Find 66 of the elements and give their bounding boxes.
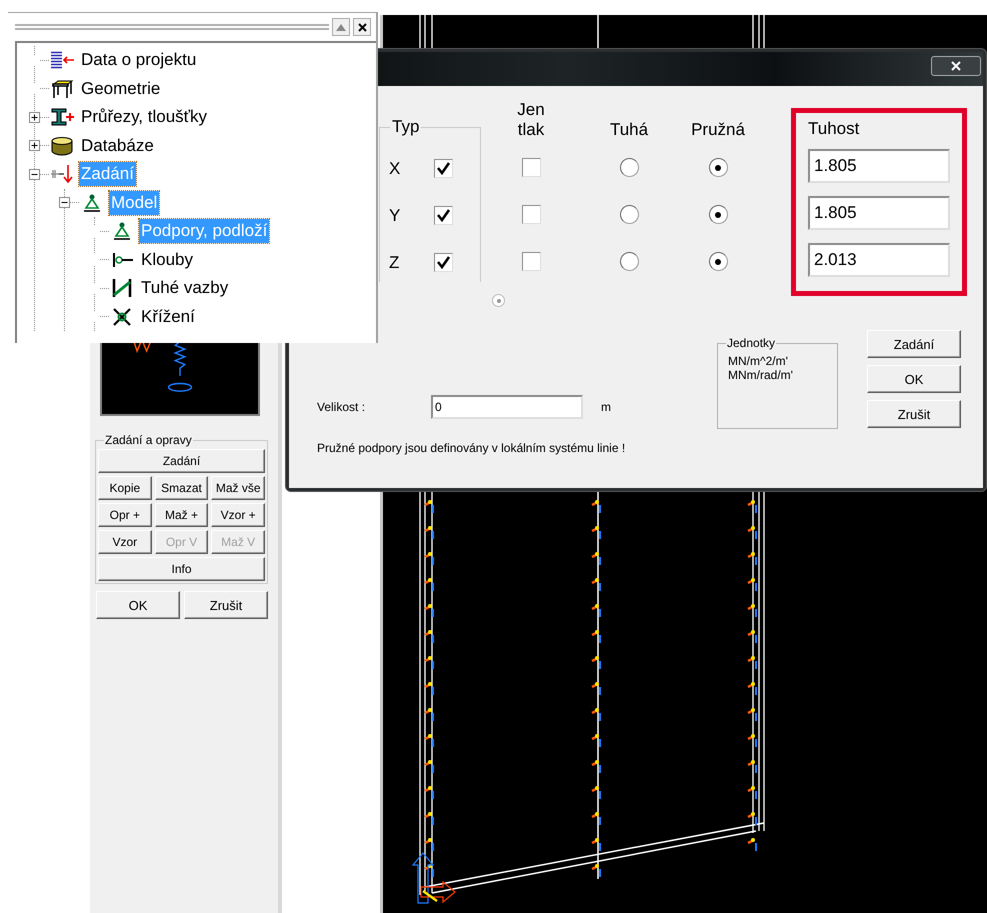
- tree-item[interactable]: Databáze: [79, 134, 156, 158]
- button[interactable]: Kopie: [98, 476, 152, 500]
- group-title: Jednotky: [726, 336, 776, 350]
- cylinder-icon: [49, 136, 75, 156]
- button[interactable]: Zrušit: [867, 400, 961, 428]
- checkbox[interactable]: [434, 206, 453, 225]
- column-header: Tuhá: [610, 120, 648, 140]
- button[interactable]: Vzor: [98, 530, 152, 554]
- radio-button[interactable]: [620, 158, 638, 177]
- close-button[interactable]: [931, 56, 981, 76]
- column-header: Tuhost: [808, 119, 860, 140]
- expand-icon[interactable]: [29, 112, 40, 123]
- button[interactable]: Zadání: [98, 449, 265, 473]
- button[interactable]: Maž +: [154, 503, 208, 527]
- unit-label: m: [601, 399, 611, 416]
- stiffness-field[interactable]: 1.805: [808, 149, 950, 183]
- tree-item[interactable]: Data o projektu: [79, 48, 198, 72]
- i-beam-icon: [49, 107, 75, 128]
- button[interactable]: OK: [867, 365, 961, 393]
- axis-label: Y: [389, 204, 402, 227]
- checkbox[interactable]: [522, 205, 540, 224]
- button[interactable]: Opr +: [98, 503, 152, 527]
- checkbox[interactable]: [522, 252, 540, 271]
- unit-text: MN/m^2/m': [728, 354, 789, 368]
- collapse-icon[interactable]: [29, 168, 40, 180]
- button[interactable]: Zrušit: [184, 591, 268, 619]
- radio-button[interactable]: [708, 158, 728, 177]
- collapse-icon[interactable]: [59, 197, 70, 208]
- stiffness-field[interactable]: 1.805: [808, 196, 950, 230]
- checkbox[interactable]: [434, 159, 453, 178]
- group-title: Zadání a opravy: [104, 432, 193, 448]
- column-header: Pružná: [691, 120, 745, 140]
- spring-arrow-icon: [49, 163, 75, 186]
- button[interactable]: Info: [98, 557, 265, 581]
- tree-item[interactable]: Průřezy, tloušťky: [79, 105, 210, 130]
- table-icon: [49, 78, 75, 99]
- unit-text: MNm/rad/m': [728, 368, 794, 382]
- list-arrow-icon: [49, 51, 75, 70]
- radio-button[interactable]: [708, 205, 728, 224]
- axis-label: X: [389, 158, 402, 180]
- tree-item[interactable]: Klouby: [139, 248, 195, 272]
- tree-item[interactable]: Geometrie: [79, 76, 162, 101]
- tree-item[interactable]: Tuhé vazby: [139, 276, 230, 300]
- button[interactable]: Vzor +: [211, 503, 266, 527]
- button[interactable]: Maž vše: [211, 476, 266, 500]
- note-text: Pružné podpory jsou definovány v lokálním systému linie !: [317, 440, 626, 457]
- checkbox[interactable]: [434, 253, 453, 272]
- triangle-up-icon: [336, 24, 346, 30]
- button[interactable]: OK: [96, 591, 180, 619]
- size-field[interactable]: 0: [431, 395, 583, 419]
- radio-button[interactable]: [708, 252, 728, 271]
- field-label: Velikost :: [317, 399, 366, 416]
- radio-button[interactable]: [620, 252, 638, 271]
- radio-button[interactable]: [620, 205, 638, 224]
- expand-icon[interactable]: [29, 140, 40, 152]
- button[interactable]: Smazat: [154, 476, 208, 500]
- button[interactable]: Zadání: [867, 330, 961, 358]
- stiffness-field[interactable]: 2.013: [808, 243, 950, 277]
- close-button[interactable]: [353, 18, 371, 36]
- group-title: Typ: [390, 117, 422, 137]
- axis-label: Z: [389, 252, 400, 274]
- checkbox[interactable]: [522, 158, 540, 177]
- column-header: Jen tlak: [517, 100, 545, 140]
- close-icon: [358, 22, 366, 32]
- close-icon: [951, 61, 961, 71]
- tree-item[interactable]: Křížení: [139, 304, 197, 329]
